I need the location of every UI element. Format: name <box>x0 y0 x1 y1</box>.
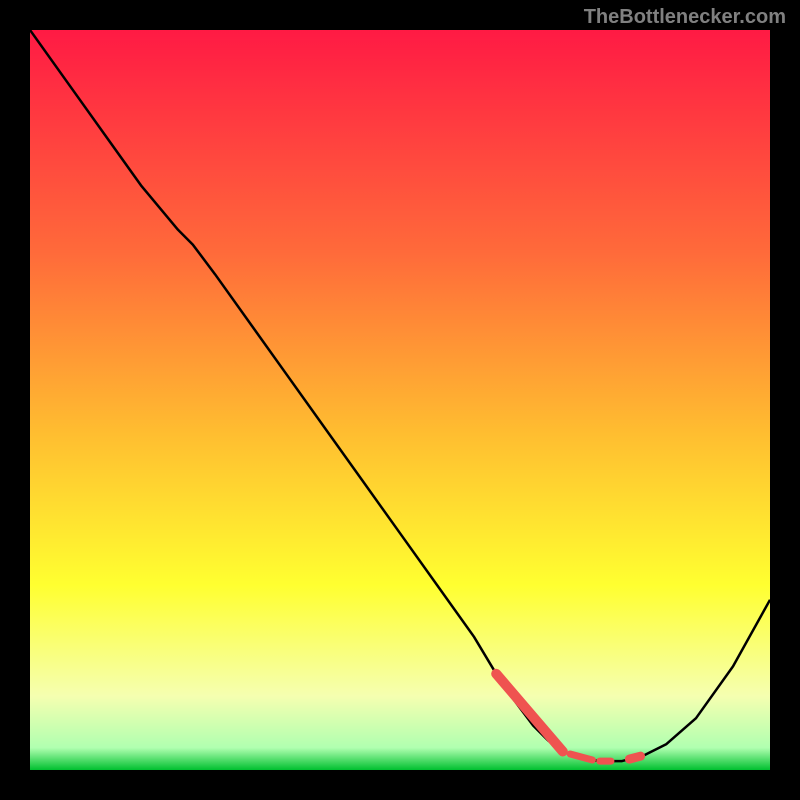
watermark-text: TheBottlenecker.com <box>584 6 786 29</box>
plot-area <box>30 30 770 770</box>
gradient-background <box>30 30 770 770</box>
plot-svg <box>30 30 770 770</box>
highlight-dot <box>629 756 640 759</box>
chart-container: TheBottlenecker.com <box>0 0 800 800</box>
